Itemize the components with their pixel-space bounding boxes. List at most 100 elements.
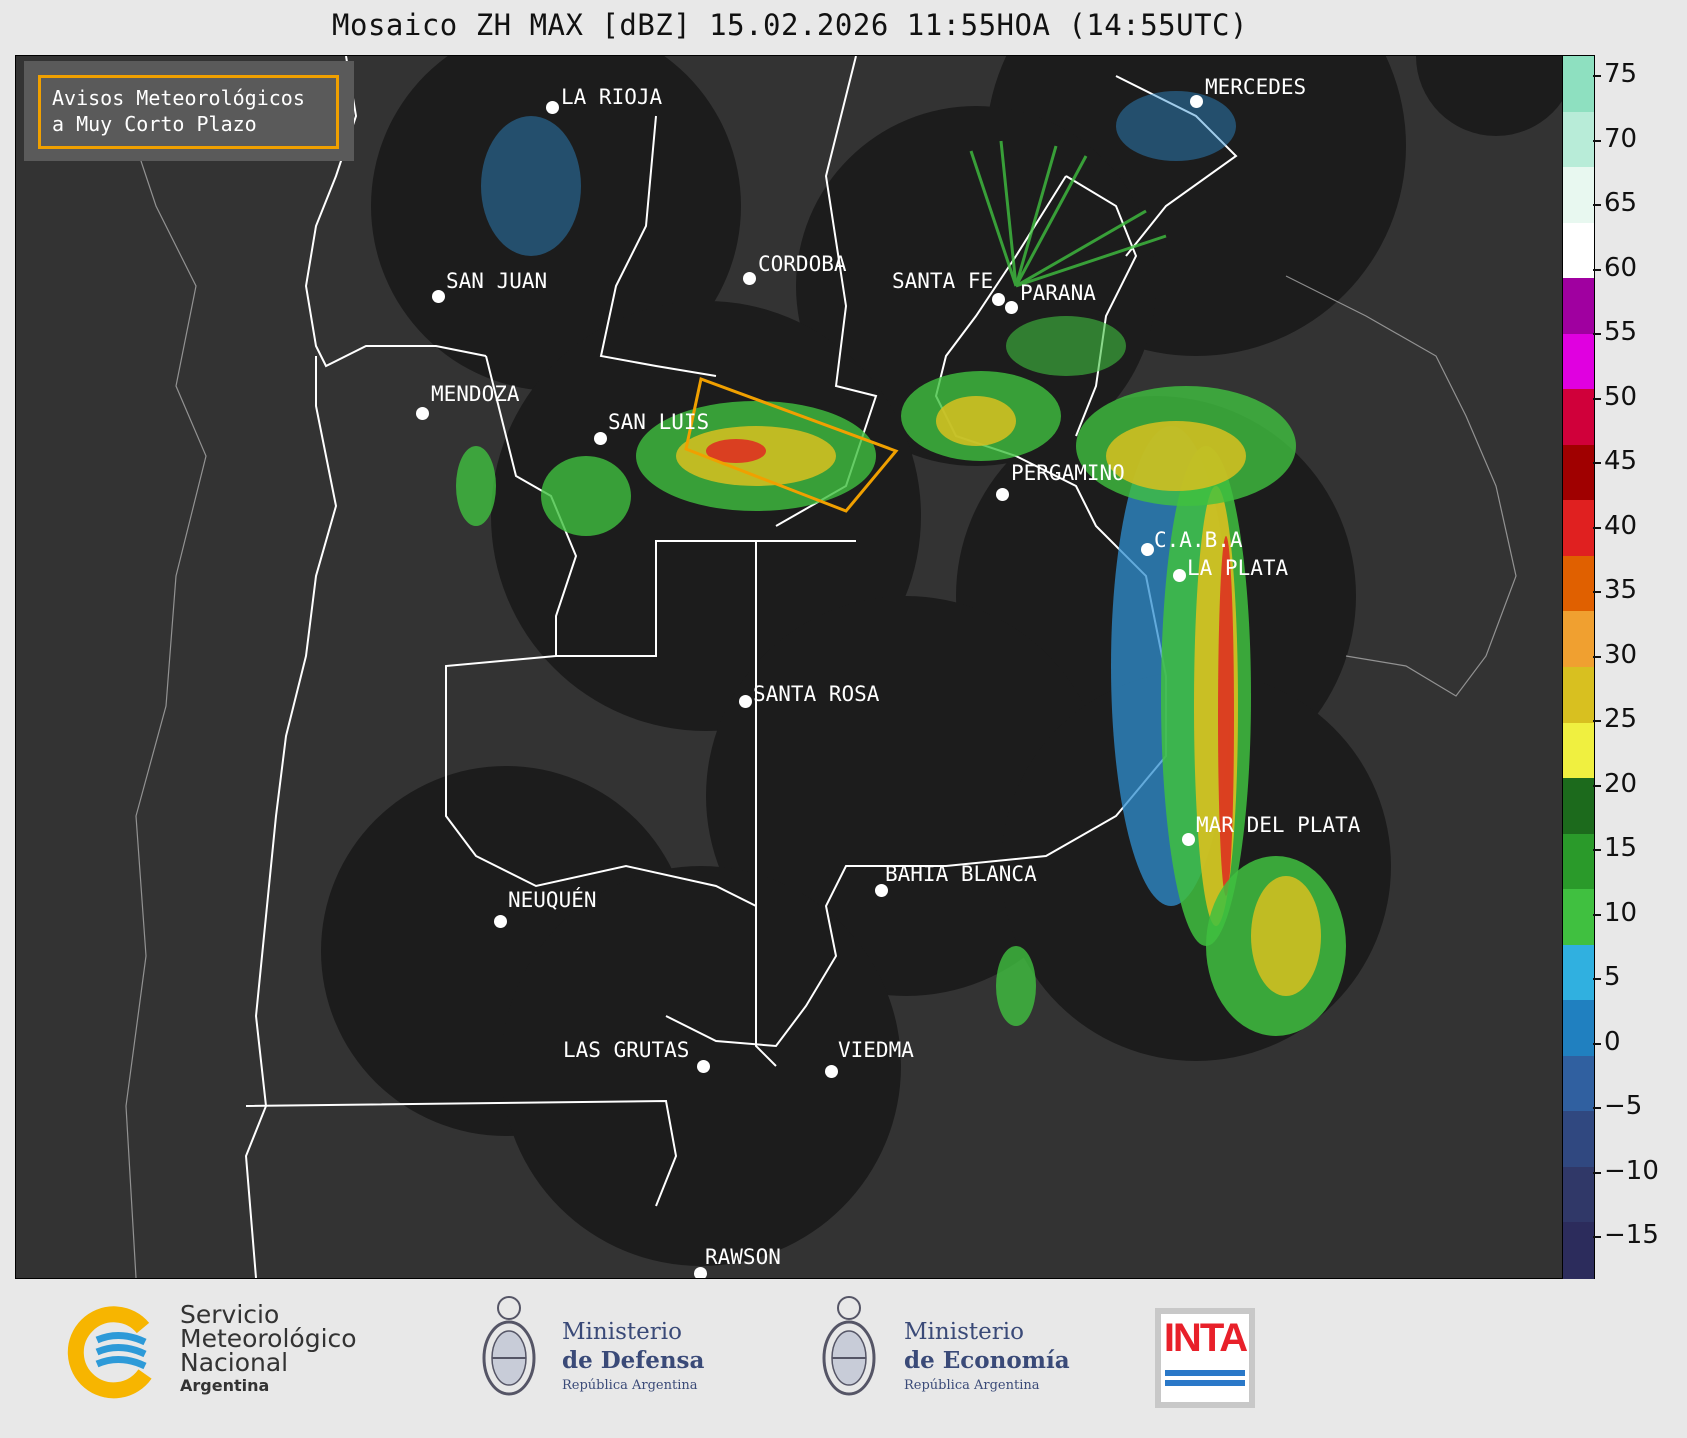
colorbar-tick bbox=[1593, 1171, 1601, 1174]
colorbar-tick bbox=[1593, 1236, 1601, 1238]
city-dot-icon[interactable] bbox=[1141, 543, 1154, 556]
city-label-parana: PARANA bbox=[1020, 281, 1096, 305]
colorbar-segment bbox=[1563, 1055, 1594, 1113]
colorbar-tick-label: 25 bbox=[1604, 704, 1638, 734]
colorbar-tick-label: 10 bbox=[1604, 897, 1638, 928]
city-dot-icon[interactable] bbox=[432, 290, 445, 303]
coat-of-arms-icon bbox=[482, 1296, 536, 1396]
colorbar-segment bbox=[1563, 833, 1594, 891]
warning-legend-frame: Avisos Meteorológicos a Muy Corto Plazo bbox=[38, 75, 339, 149]
city-dot-icon[interactable] bbox=[494, 915, 507, 928]
colorbar-tick-label: 55 bbox=[1604, 317, 1638, 347]
colorbar-tick bbox=[1593, 784, 1601, 787]
colorbar-tick bbox=[1593, 204, 1601, 206]
colorbar-segment bbox=[1563, 278, 1594, 335]
city-label-caba: C.A.B.A bbox=[1154, 528, 1243, 552]
economia-text-line1: Ministerio bbox=[904, 1319, 1024, 1345]
coat-of-arms-icon bbox=[822, 1296, 876, 1396]
smn-logo: Servicio Meteorológico Nacional Argentin… bbox=[65, 1300, 395, 1400]
ministerio-economia-logo: Ministerio de Economía República Argenti… bbox=[818, 1292, 1088, 1412]
city-dot-icon[interactable] bbox=[992, 293, 1005, 306]
warning-legend-box: Avisos Meteorológicos a Muy Corto Plazo bbox=[24, 61, 354, 161]
city-label-las-grutas: LAS GRUTAS bbox=[563, 1038, 690, 1062]
city-dot-icon[interactable] bbox=[1182, 833, 1195, 846]
city-dot-icon[interactable] bbox=[594, 432, 607, 445]
colorbar-segment bbox=[1563, 389, 1594, 446]
colorbar-tick-label: −10 bbox=[1604, 1155, 1659, 1186]
colorbar-tick bbox=[1593, 268, 1601, 271]
colorbar-segment bbox=[1563, 167, 1594, 224]
colorbar-segment bbox=[1563, 778, 1594, 835]
inta-stripe-2 bbox=[1165, 1380, 1245, 1386]
city-label-mar-del-plata: MAR DEL PLATA bbox=[1196, 813, 1361, 837]
city-label-mercedes: MERCEDES bbox=[1205, 75, 1307, 99]
colorbar-segment bbox=[1563, 500, 1594, 557]
colorbar-tick-label: 30 bbox=[1604, 639, 1638, 670]
radar-map-canvas bbox=[125, 56, 1563, 1278]
city-dot-icon[interactable] bbox=[996, 488, 1009, 501]
city-label-santa-fe: SANTA FE bbox=[892, 269, 994, 293]
colorbar-tick bbox=[1593, 720, 1601, 722]
defensa-text-line1: Ministerio bbox=[562, 1319, 682, 1345]
colorbar-segment bbox=[1563, 611, 1594, 668]
city-dot-icon[interactable] bbox=[416, 407, 429, 420]
warning-legend-line1: Avisos Meteorológicos bbox=[52, 86, 305, 110]
defensa-text-line2: de Defensa bbox=[562, 1347, 705, 1374]
defensa-text-line3: República Argentina bbox=[562, 1378, 698, 1393]
colorbar-tick bbox=[1593, 333, 1601, 335]
city-dot-icon[interactable] bbox=[1005, 301, 1018, 314]
colorbar-tick bbox=[1593, 462, 1601, 464]
smn-text-line3: Nacional bbox=[180, 1348, 289, 1377]
colorbar-tick-label: 15 bbox=[1604, 833, 1638, 863]
city-label-mendoza: MENDOZA bbox=[431, 382, 520, 406]
economia-text-line3: República Argentina bbox=[904, 1378, 1040, 1393]
city-label-cordoba: CORDOBA bbox=[758, 252, 847, 276]
colorbar-tick-label: 60 bbox=[1604, 252, 1638, 283]
colorbar-tick-label: 50 bbox=[1604, 381, 1638, 412]
colorbar-segment bbox=[1563, 1000, 1594, 1057]
colorbar-tick-label: 70 bbox=[1604, 123, 1638, 154]
city-label-la-plata: LA PLATA bbox=[1187, 556, 1289, 580]
colorbar-tick-label: 35 bbox=[1604, 575, 1638, 605]
colorbar-tick bbox=[1593, 913, 1601, 916]
ministerio-defensa-logo: Ministerio de Defensa República Argentin… bbox=[478, 1292, 738, 1412]
city-label-rawson: RAWSON bbox=[705, 1245, 781, 1269]
map-title: Mosaico ZH MAX [dBZ] 15.02.2026 11:55HOA… bbox=[332, 8, 1248, 42]
city-label-la-rioja: LA RIOJA bbox=[561, 85, 663, 109]
colorbar-tick bbox=[1593, 591, 1601, 593]
warning-legend-line2: a Muy Corto Plazo bbox=[52, 112, 257, 136]
colorbar-segment bbox=[1563, 944, 1594, 1002]
smn-text-line4: Argentina bbox=[180, 1376, 270, 1395]
colorbar-tick bbox=[1593, 397, 1601, 400]
colorbar-tick-label: −15 bbox=[1604, 1220, 1659, 1250]
colorbar-tick bbox=[1593, 655, 1601, 658]
colorbar-tick-label: 0 bbox=[1604, 1026, 1621, 1057]
city-dot-icon[interactable] bbox=[546, 101, 559, 114]
colorbar-tick bbox=[1593, 75, 1601, 77]
city-dot-icon[interactable] bbox=[825, 1065, 838, 1078]
colorbar-tick-label: −5 bbox=[1604, 1091, 1643, 1121]
city-dot-icon[interactable] bbox=[697, 1060, 710, 1073]
colorbar-segment bbox=[1563, 333, 1594, 391]
footer-logos: Servicio Meteorológico Nacional Argentin… bbox=[0, 1282, 1687, 1438]
inta-stripe-1 bbox=[1165, 1370, 1245, 1376]
colorbar-segment bbox=[1563, 1111, 1594, 1168]
city-label-santa-rosa: SANTA ROSA bbox=[753, 682, 880, 706]
colorbar-tick-label: 75 bbox=[1604, 59, 1638, 89]
colorbar-segment bbox=[1563, 111, 1594, 169]
radar-map[interactable]: Avisos Meteorológicos a Muy Corto Plazo … bbox=[15, 55, 1564, 1279]
city-label-san-juan: SAN JUAN bbox=[446, 269, 548, 293]
colorbar-tick bbox=[1593, 978, 1601, 980]
colorbar-segment bbox=[1563, 1166, 1594, 1224]
city-dot-icon[interactable] bbox=[1173, 569, 1186, 582]
city-dot-icon[interactable] bbox=[743, 272, 756, 285]
colorbar-segment bbox=[1563, 222, 1594, 280]
city-label-neuquen: NEUQUÉN bbox=[508, 888, 597, 912]
city-dot-icon[interactable] bbox=[1190, 95, 1203, 108]
colorbar-segment bbox=[1563, 1222, 1594, 1279]
colorbar-tick-label: 20 bbox=[1604, 768, 1638, 799]
city-dot-icon[interactable] bbox=[739, 695, 752, 708]
inta-logo-text: INTA bbox=[1163, 1316, 1248, 1360]
city-label-pergamino: PERGAMINO bbox=[1011, 461, 1125, 485]
colorbar-segment bbox=[1563, 444, 1594, 502]
